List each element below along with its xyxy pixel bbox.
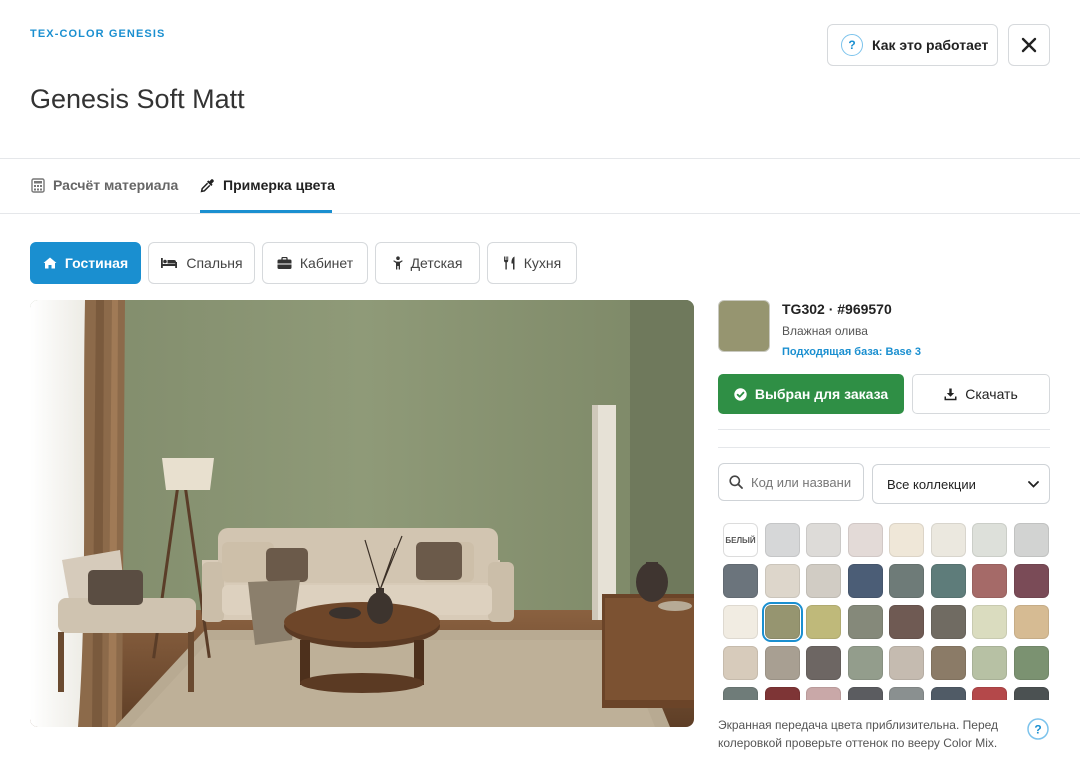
color-swatch[interactable] bbox=[761, 602, 803, 642]
color-swatch[interactable] bbox=[1013, 605, 1049, 639]
color-swatch[interactable] bbox=[764, 687, 800, 700]
color-swatch[interactable] bbox=[889, 646, 924, 680]
color-swatch[interactable] bbox=[847, 564, 883, 598]
tab-material-calc-label: Расчёт материала bbox=[53, 177, 179, 193]
color-swatch[interactable] bbox=[806, 646, 841, 680]
room-living-button[interactable]: Гостиная bbox=[30, 242, 141, 284]
home-icon bbox=[43, 257, 57, 269]
color-swatch[interactable] bbox=[972, 605, 1007, 639]
panel-divider-2 bbox=[718, 447, 1050, 448]
collection-select-value: Все коллекции bbox=[887, 476, 976, 492]
check-circle-icon bbox=[734, 387, 747, 401]
color-swatch[interactable] bbox=[764, 564, 800, 598]
tab-color-try-label: Примерка цвета bbox=[223, 177, 335, 193]
color-swatch[interactable] bbox=[847, 646, 883, 680]
color-swatch[interactable] bbox=[806, 564, 841, 598]
child-icon bbox=[392, 256, 403, 270]
color-swatch[interactable] bbox=[930, 687, 966, 700]
order-selected-button[interactable]: Выбран для заказа bbox=[718, 374, 904, 414]
help-icon[interactable]: ? bbox=[1027, 718, 1049, 740]
color-swatch[interactable] bbox=[723, 605, 758, 639]
color-swatch[interactable] bbox=[723, 687, 758, 700]
close-button[interactable] bbox=[1008, 24, 1050, 66]
room-kids-label: Детская bbox=[410, 255, 463, 271]
color-swatch[interactable] bbox=[847, 605, 883, 639]
room-kitchen-label: Кухня bbox=[523, 255, 562, 271]
room-office-label: Кабинет bbox=[299, 255, 354, 271]
base-link[interactable]: Подходящая база: Base 3 bbox=[782, 346, 921, 358]
color-swatch[interactable] bbox=[764, 646, 800, 680]
help-icon: ? bbox=[841, 34, 863, 56]
calculator-icon bbox=[31, 177, 45, 193]
color-swatch-white[interactable]: БЕЛЫЙ bbox=[723, 523, 758, 557]
color-swatch[interactable] bbox=[1013, 523, 1049, 557]
color-swatch[interactable] bbox=[847, 523, 883, 557]
color-swatch[interactable] bbox=[889, 523, 924, 557]
eyedropper-icon bbox=[200, 178, 214, 192]
how-it-works-button[interactable]: ? Как это работает bbox=[827, 24, 998, 66]
color-swatch[interactable] bbox=[930, 523, 966, 557]
color-palette-grid: БЕЛЫЙ bbox=[718, 519, 1052, 700]
selected-color-swatch bbox=[718, 300, 770, 352]
color-swatch[interactable] bbox=[806, 523, 841, 557]
color-swatch[interactable] bbox=[889, 564, 924, 598]
color-swatch[interactable] bbox=[930, 605, 966, 639]
color-swatch[interactable] bbox=[1013, 687, 1049, 700]
color-swatch[interactable] bbox=[1013, 564, 1049, 598]
header-divider bbox=[0, 158, 1080, 159]
download-label: Скачать bbox=[965, 386, 1018, 402]
bed-icon bbox=[161, 258, 178, 268]
room-bedroom-label: Спальня bbox=[186, 255, 243, 271]
color-picker-modal: TEX-COLOR GENESIS Genesis Soft Matt ? Ка… bbox=[0, 0, 1080, 760]
selected-color-name: Влажная олива bbox=[782, 324, 868, 338]
color-swatch[interactable] bbox=[764, 523, 800, 557]
tab-color-try[interactable]: Примерка цвета bbox=[200, 177, 335, 193]
utensils-icon bbox=[503, 256, 515, 270]
color-swatch[interactable] bbox=[930, 564, 966, 598]
tabs-divider bbox=[0, 213, 1080, 214]
color-search-input[interactable] bbox=[751, 474, 851, 490]
color-swatch[interactable] bbox=[972, 564, 1007, 598]
order-selected-label: Выбран для заказа bbox=[754, 386, 889, 402]
collection-select[interactable]: Все коллекции bbox=[872, 464, 1050, 504]
color-swatch[interactable] bbox=[889, 687, 924, 700]
color-swatch[interactable] bbox=[930, 646, 966, 680]
room-office-button[interactable]: Кабинет bbox=[262, 242, 368, 284]
panel-divider bbox=[718, 429, 1050, 430]
selected-color-code: TG302 · #969570 bbox=[782, 301, 892, 317]
color-swatch[interactable] bbox=[723, 646, 758, 680]
download-icon bbox=[944, 388, 957, 400]
tab-material-calc[interactable]: Расчёт материала bbox=[31, 177, 178, 193]
room-kids-button[interactable]: Детская bbox=[375, 242, 480, 284]
chevron-down-icon bbox=[1028, 480, 1039, 488]
color-swatch[interactable] bbox=[1013, 646, 1049, 680]
brand-label: TEX-COLOR GENESIS bbox=[30, 28, 166, 40]
color-disclaimer: Экранная передача цвета приблизительна. … bbox=[718, 718, 999, 750]
color-swatch[interactable] bbox=[972, 687, 1007, 700]
page-title: Genesis Soft Matt bbox=[30, 84, 245, 114]
briefcase-icon bbox=[277, 256, 292, 269]
help-glyph: ? bbox=[1034, 723, 1041, 737]
room-kitchen-button[interactable]: Кухня bbox=[487, 242, 577, 284]
color-swatch[interactable] bbox=[806, 605, 841, 639]
how-it-works-label: Как это работает bbox=[872, 37, 989, 53]
room-preview-image bbox=[30, 300, 694, 727]
color-swatch[interactable] bbox=[847, 687, 883, 700]
search-icon bbox=[729, 475, 743, 489]
download-button[interactable]: Скачать bbox=[912, 374, 1050, 414]
color-search-field[interactable] bbox=[718, 463, 864, 501]
color-swatch[interactable] bbox=[723, 564, 758, 598]
close-icon bbox=[1021, 37, 1037, 53]
color-swatch[interactable] bbox=[889, 605, 924, 639]
room-bedroom-button[interactable]: Спальня bbox=[148, 242, 255, 284]
color-swatch[interactable] bbox=[972, 523, 1007, 557]
room-living-label: Гостиная bbox=[64, 255, 129, 271]
color-swatch[interactable] bbox=[806, 687, 841, 700]
color-swatch[interactable] bbox=[972, 646, 1007, 680]
